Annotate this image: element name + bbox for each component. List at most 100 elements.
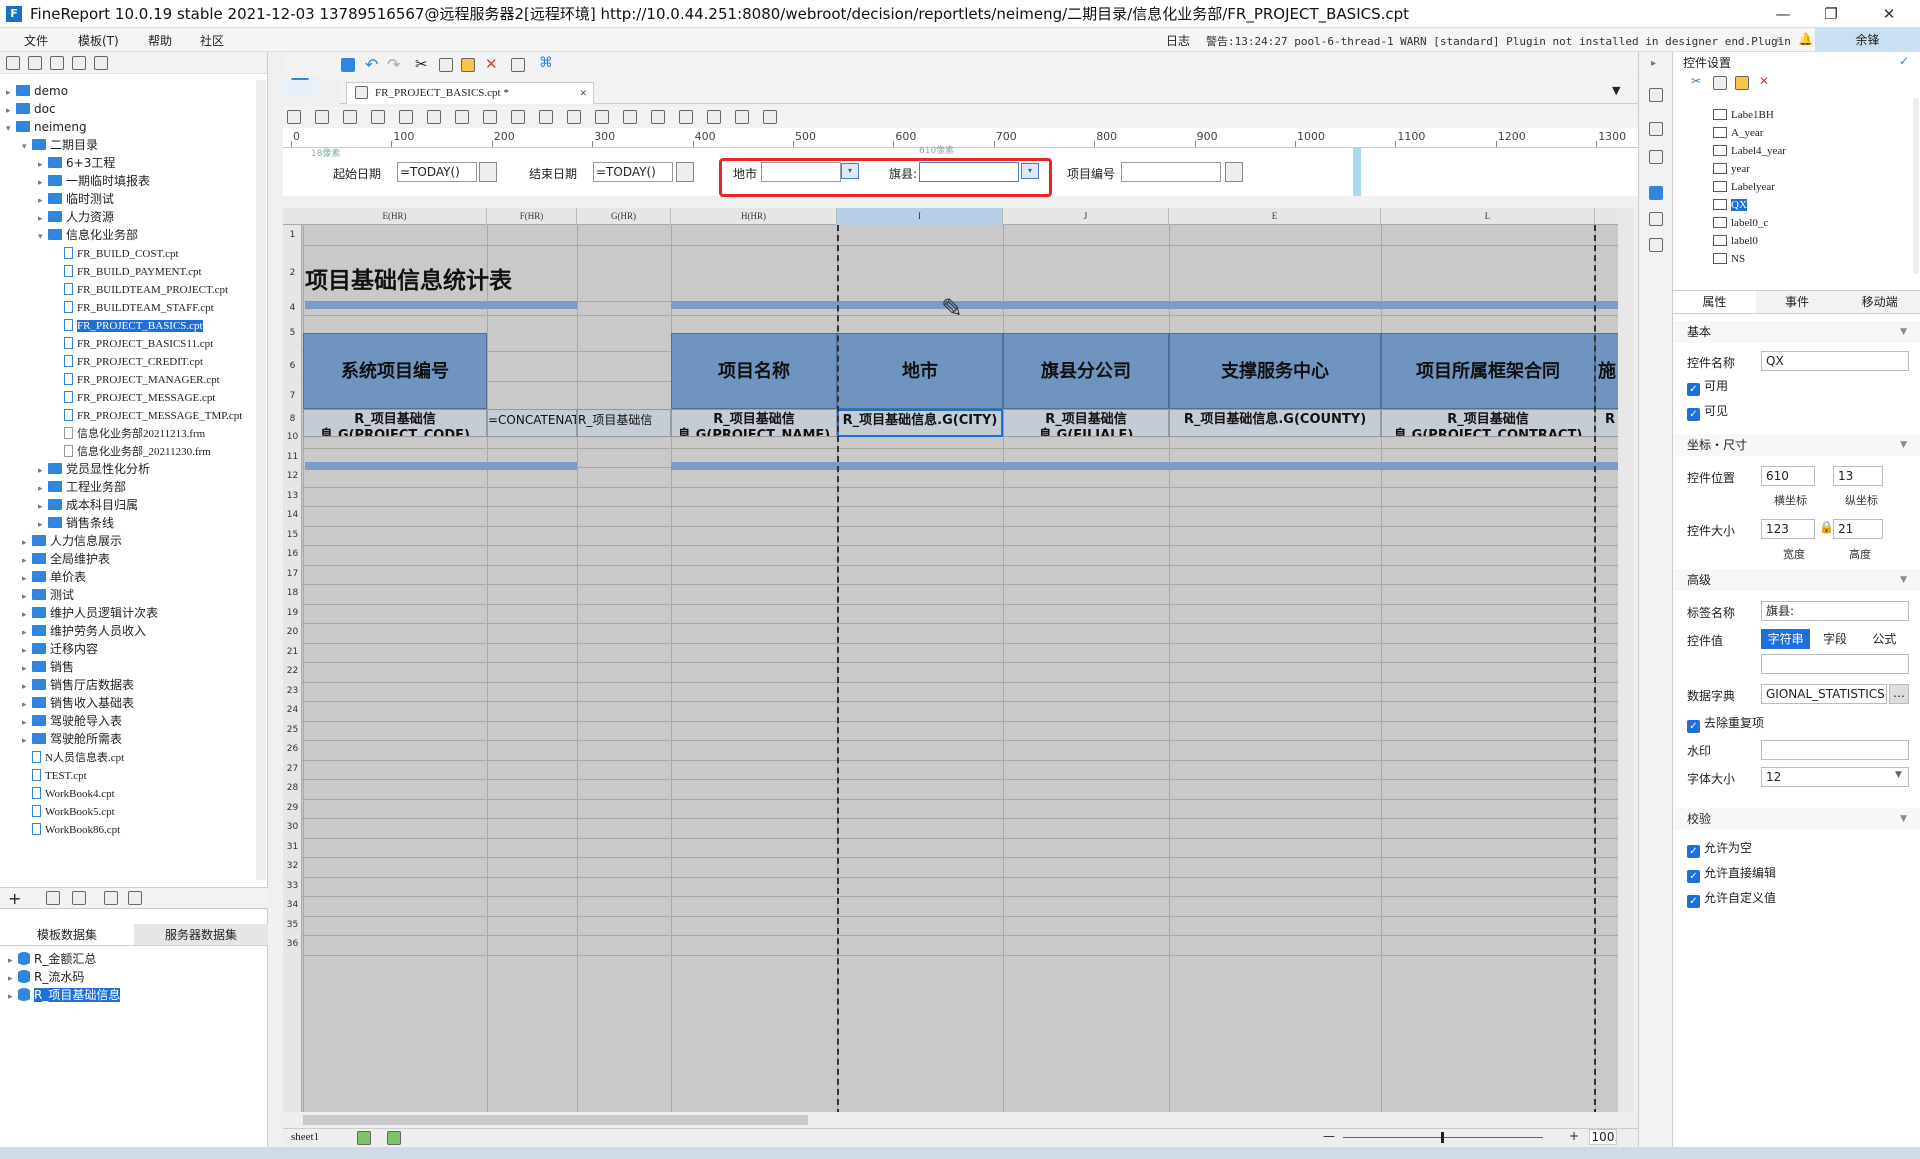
tree-folder[interactable]: ▸ 临时测试 (38, 190, 114, 208)
hyperlink-icon[interactable] (1649, 238, 1663, 252)
widget-type-icon[interactable] (567, 110, 581, 124)
undo-icon[interactable]: ↶ (365, 55, 378, 74)
tree-folder[interactable]: ▸ 维护劳务人员收入 (22, 622, 146, 640)
cell-i7[interactable]: R_项目基础信息.G(CITY) (837, 409, 1003, 437)
tab-formula[interactable]: 公式 (1860, 629, 1909, 649)
copy-icon[interactable] (128, 891, 142, 905)
widget-name-input[interactable]: QX (1761, 351, 1909, 371)
add-dataset-icon[interactable]: + (8, 889, 21, 908)
row-header[interactable]: 20 (283, 623, 302, 643)
widget-type-icon[interactable] (483, 110, 497, 124)
widget-list-item[interactable]: year (1713, 160, 1750, 178)
tree-file[interactable]: WorkBook4.cpt (22, 784, 115, 802)
cell-f7[interactable]: =CONCATENATE(replace(t (487, 409, 577, 437)
start-date-input[interactable]: =TODAY() (397, 162, 477, 182)
maximize-button[interactable]: ❐ (1808, 0, 1854, 28)
new-folder-icon[interactable] (6, 55, 20, 70)
tab-server-dataset[interactable]: 服务器数据集 (134, 924, 268, 945)
watermark-input[interactable] (1761, 740, 1909, 760)
tree-file[interactable]: FR_BUILD_PAYMENT.cpt (54, 262, 202, 280)
widget-type-icon[interactable] (735, 110, 749, 124)
tree-file[interactable]: FR_PROJECT_MANAGER.cpt (54, 370, 220, 388)
copy-widget-icon[interactable] (1713, 76, 1727, 90)
tree-file[interactable]: WorkBook86.cpt (22, 820, 120, 838)
save-icon[interactable] (341, 58, 355, 72)
row-header[interactable]: 19 (283, 604, 302, 624)
tree-folder[interactable]: ▸ 迁移内容 (22, 640, 98, 658)
pin-icon[interactable]: ✓ (1899, 54, 1909, 68)
section-position[interactable]: 坐标・尺寸 ▼ (1673, 434, 1920, 456)
tree-folder[interactable]: ▸ 维护人员逻辑计次表 (22, 604, 158, 622)
widget-list-item[interactable]: Label4_year (1713, 142, 1786, 160)
tree-folder[interactable]: ▾ 二期目录 (22, 136, 98, 154)
add-sheet-icon[interactable] (357, 1131, 371, 1145)
tree-folder[interactable]: ▸ 全局维护表 (22, 550, 110, 568)
widget-type-icon[interactable] (539, 110, 553, 124)
tree-folder[interactable]: ▸ 测试 (22, 586, 74, 604)
clear-icon[interactable]: ✕ (485, 55, 498, 73)
cell-l7[interactable]: R_项目基础信息.G(PROJECT_CONTRACT) (1381, 409, 1595, 437)
log-button[interactable]: 日志 (1166, 32, 1190, 49)
style-icon[interactable] (1649, 150, 1663, 164)
tree-folder[interactable]: ▸ 成本科目归属 (38, 496, 138, 514)
header-contract[interactable]: 项目所属框架合同 (1381, 333, 1595, 409)
chevron-down-icon[interactable]: ▾ (38, 228, 48, 246)
report-title-cell[interactable]: 项目基础信息统计表 (305, 261, 512, 295)
row-header[interactable]: 2 (283, 245, 302, 301)
end-date-input[interactable]: =TODAY() (593, 162, 673, 182)
menu-help[interactable]: 帮助 (148, 32, 172, 49)
cell-g7[interactable]: R_项目基础信 (577, 409, 671, 437)
dataset-item[interactable]: ▸ R_流水码 (8, 968, 84, 986)
tree-folder[interactable]: ▸ 党员显性化分析 (38, 460, 150, 478)
row-header[interactable]: 24 (283, 701, 302, 721)
row-header[interactable]: 11 (283, 448, 302, 468)
paste-icon[interactable] (461, 58, 475, 72)
row-header[interactable]: 4 (283, 301, 302, 315)
width-input[interactable]: 123 (1761, 519, 1815, 539)
bell-icon[interactable]: 🔔 (1798, 32, 1813, 46)
tab-attributes[interactable]: 属性 (1673, 291, 1756, 313)
widget-type-icon[interactable] (623, 110, 637, 124)
start-calendar-icon[interactable] (479, 162, 497, 182)
tree-file[interactable]: FR_PROJECT_BASICS11.cpt (54, 334, 213, 352)
row-header[interactable]: 21 (283, 643, 302, 663)
zoom-out-button[interactable]: — (1323, 1129, 1335, 1143)
cell-attr-icon[interactable] (1649, 88, 1663, 102)
column-header[interactable]: I (837, 208, 1003, 225)
widget-list-item[interactable]: label0_c (1713, 214, 1768, 232)
widget-type-icon[interactable] (287, 110, 301, 124)
zoom-input[interactable]: 100 (1589, 1129, 1617, 1145)
tree-folder[interactable]: ▸ 销售 (22, 658, 74, 676)
tab-mobile[interactable]: 移动端 (1838, 291, 1920, 313)
section-basic[interactable]: 基本 ▼ (1673, 321, 1920, 343)
tab-field[interactable]: 字段 (1810, 629, 1859, 649)
project-code-input[interactable] (1121, 162, 1221, 182)
chevron-right-icon[interactable]: ▸ (8, 988, 18, 1006)
widget-type-icon[interactable] (343, 110, 357, 124)
menu-file[interactable]: 文件 (24, 32, 48, 49)
section-advanced[interactable]: 高级 ▼ (1673, 569, 1920, 591)
collapse-arrow-icon[interactable]: ▸ (1651, 58, 1656, 69)
redo-icon[interactable]: ↷ (387, 55, 400, 74)
tree-scrollbar[interactable] (256, 80, 266, 880)
lock-icon[interactable] (50, 55, 64, 70)
allow-custom-checkbox[interactable]: ✓ 允许自定义值 (1687, 891, 1776, 908)
condition-icon[interactable] (1649, 212, 1663, 226)
tree-file[interactable]: FR_BUILD_COST.cpt (54, 244, 179, 262)
label-name-input[interactable]: 旗县: (1761, 601, 1909, 621)
tree-file[interactable]: 信息化业务部_20211230.frm (54, 442, 211, 460)
sheet-tab[interactable]: sheet1 (291, 1131, 319, 1143)
tab-menu-icon[interactable]: ▼ (1612, 84, 1620, 97)
font-size-select[interactable]: 12 (1761, 767, 1909, 787)
cell-m7[interactable]: R (1595, 409, 1618, 437)
tab-close-icon[interactable]: × (580, 83, 587, 103)
x-input[interactable]: 610 (1761, 466, 1815, 486)
add-poly-sheet-icon[interactable] (387, 1131, 401, 1145)
row-header[interactable]: 7 (283, 381, 302, 411)
zoom-in-button[interactable]: + (1569, 1129, 1579, 1143)
tree-folder[interactable]: ▸ 人力资源 (38, 208, 114, 226)
visible-checkbox[interactable]: ✓ 可见 (1687, 404, 1728, 421)
widget-list-item[interactable]: label0 (1713, 232, 1758, 250)
tab-template-dataset[interactable]: 模板数据集 (0, 924, 134, 945)
widget-type-icon[interactable] (707, 110, 721, 124)
